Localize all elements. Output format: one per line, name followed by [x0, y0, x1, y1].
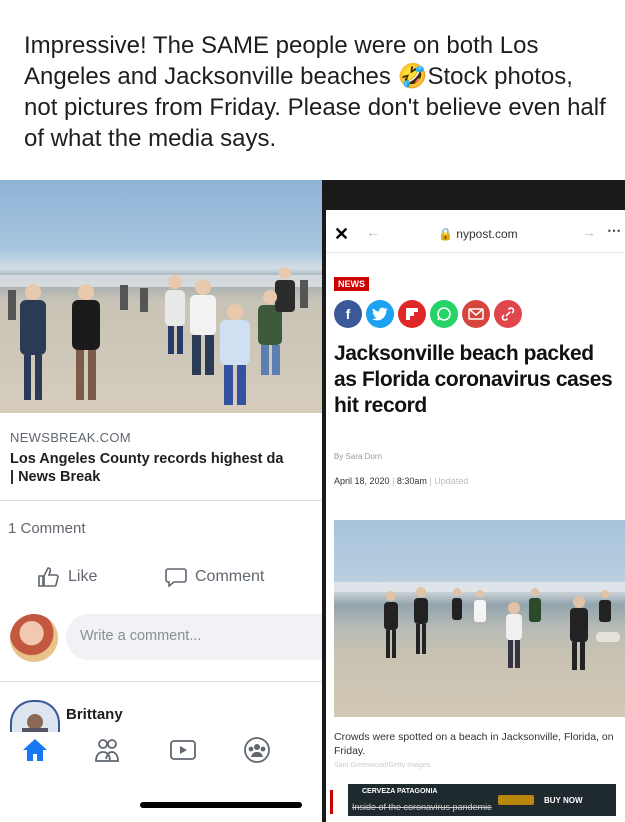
bottle-graphic [498, 795, 534, 805]
post-caption: Impressive! The SAME people were on both… [24, 32, 606, 152]
comments-count[interactable]: 1 Comment [8, 520, 86, 537]
photo-caption: Crowds were spotted on a beach in Jackso… [334, 731, 614, 757]
watch-icon[interactable] [168, 735, 198, 765]
photo-credit: Sam Greenwood/Getty Images [334, 762, 431, 769]
like-label: Like [68, 568, 98, 585]
dateline: April 18, 2020 | 8:30am | Updated [334, 476, 469, 486]
write-comment-input[interactable]: Write a comment... [66, 614, 322, 660]
url-text[interactable]: 🔒 nypost.com [438, 227, 518, 241]
share-arrow-icon[interactable]: → [582, 224, 596, 240]
commenter-name[interactable]: Brittany [66, 706, 123, 723]
thumbs-up-icon [38, 567, 59, 587]
ad-marker [330, 790, 333, 814]
news-title-suffix[interactable]: | News Break [10, 469, 100, 485]
like-button[interactable]: Like [38, 567, 97, 587]
flipboard-icon[interactable] [398, 300, 426, 328]
ad-brand: CERVEZA PATAGONIA [362, 788, 438, 795]
divider [0, 681, 322, 682]
lock-icon: 🔒 [438, 227, 453, 241]
home-icon[interactable] [20, 735, 50, 765]
home-indicator [140, 802, 302, 808]
comment-button[interactable]: Comment [165, 567, 264, 587]
article-time: 8:30am [396, 476, 427, 486]
email-icon[interactable] [462, 300, 490, 328]
facebook-icon[interactable]: f [334, 300, 362, 328]
beach-photo-right[interactable] [334, 520, 625, 717]
comment-label: Comment [195, 568, 265, 585]
link-icon[interactable] [494, 300, 522, 328]
news-title[interactable]: Los Angeles County records highest da [10, 450, 322, 469]
url-domain: nypost.com [456, 227, 518, 241]
advertisement-banner[interactable]: CERVEZA PATAGONIA Inside of the coronavi… [348, 784, 616, 816]
byline[interactable]: By Sara Dorn [334, 452, 382, 461]
whatsapp-icon[interactable] [430, 300, 458, 328]
write-comment-placeholder: Write a comment... [80, 628, 202, 644]
comment-icon [165, 568, 187, 587]
twitter-icon[interactable] [366, 300, 394, 328]
groups-icon[interactable] [242, 735, 272, 765]
more-options-icon[interactable]: ⋯ [607, 222, 621, 239]
updated-label: Updated [434, 476, 469, 486]
avatar [10, 614, 58, 662]
buy-now-button[interactable]: BUY NOW [544, 796, 583, 805]
back-arrow-icon[interactable]: ← [366, 224, 380, 240]
divider [0, 500, 322, 501]
ad-overlay-text: Inside of the coronavirus pandemic [352, 802, 492, 812]
beach-photo-left[interactable] [0, 180, 322, 413]
article-headline: Jacksonville beach packed as Florida cor… [334, 342, 613, 417]
article-date: April 18, 2020 [334, 476, 390, 486]
status-bar [326, 180, 625, 210]
friends-icon[interactable] [92, 735, 122, 765]
news-source: NEWSBREAK.COM [10, 430, 131, 445]
news-badge[interactable]: NEWS [334, 277, 369, 291]
close-icon[interactable]: ✕ [334, 224, 349, 245]
